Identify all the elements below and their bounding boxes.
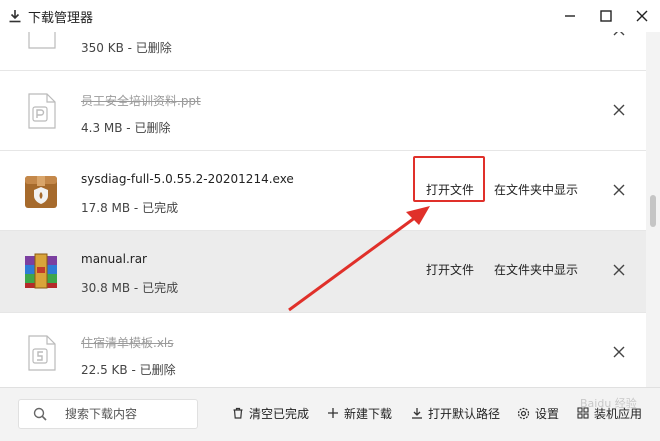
deleted-file-icon <box>28 32 56 49</box>
minimize-icon <box>565 15 575 17</box>
list-item: sysdiag-full-5.0.55.2-20201214.exe 17.8 … <box>0 150 646 231</box>
download-list: 350 KB - 已删除 员工安全培训资料.ppt 4.3 MB - 已删除 s… <box>0 32 646 387</box>
scrollbar[interactable] <box>646 32 660 387</box>
close-icon <box>636 10 648 22</box>
download-icon <box>9 10 21 23</box>
list-item: manual.rar 30.8 MB - 已完成 打开文件 在文件夹中显示 <box>0 230 646 311</box>
search-icon <box>33 407 47 421</box>
show-in-folder-button[interactable]: 在文件夹中显示 <box>494 181 578 198</box>
remove-item-icon[interactable] <box>612 32 626 37</box>
file-name: 员工安全培训资料.ppt <box>81 94 201 108</box>
clear-completed-label: 清空已完成 <box>249 406 310 421</box>
open-default-path-label: 打开默认路径 <box>428 406 501 421</box>
settings-label: 设置 <box>535 406 560 421</box>
window-title: 下载管理器 <box>28 10 94 26</box>
title-bar: 下载管理器 <box>0 0 660 32</box>
apps-icon <box>577 407 589 419</box>
maximize-button[interactable] <box>588 0 624 32</box>
close-window-button[interactable] <box>624 0 660 32</box>
xls-file-icon <box>28 335 56 371</box>
list-item: 350 KB - 已删除 <box>0 32 646 71</box>
trash-icon <box>233 407 243 419</box>
install-apps-label: 装机应用 <box>594 406 643 421</box>
file-name: 住宿清单模板.xls <box>81 336 174 350</box>
file-meta: 350 KB - 已删除 <box>81 41 172 55</box>
ppt-file-icon <box>28 93 56 129</box>
remove-item-icon[interactable] <box>612 183 626 197</box>
install-apps-button[interactable]: 装机应用 <box>577 404 642 422</box>
file-meta: 17.8 MB - 已完成 <box>81 201 179 215</box>
settings-button[interactable]: 设置 <box>517 404 559 422</box>
remove-item-icon[interactable] <box>612 263 626 277</box>
minimize-button[interactable] <box>552 0 588 32</box>
search-input[interactable] <box>63 406 187 422</box>
remove-item-icon[interactable] <box>612 103 626 117</box>
open-file-button[interactable]: 打开文件 <box>426 181 474 198</box>
list-item: 住宿清单模板.xls 22.5 KB - 已删除 <box>0 312 646 387</box>
clear-completed-button[interactable]: 清空已完成 <box>232 404 309 422</box>
file-meta: 22.5 KB - 已删除 <box>81 363 176 377</box>
file-meta: 4.3 MB - 已删除 <box>81 121 171 135</box>
scrollbar-thumb[interactable] <box>650 195 656 227</box>
winrar-archive-icon <box>25 253 57 289</box>
open-default-path-button[interactable]: 打开默认路径 <box>411 404 500 422</box>
search-box[interactable] <box>18 399 198 429</box>
remove-item-icon[interactable] <box>612 345 626 359</box>
installer-package-icon <box>25 176 57 208</box>
new-download-button[interactable]: 新建下载 <box>327 404 392 422</box>
file-meta: 30.8 MB - 已完成 <box>81 281 179 295</box>
open-file-button[interactable]: 打开文件 <box>426 261 474 278</box>
gear-icon <box>517 407 530 419</box>
maximize-icon <box>600 10 612 22</box>
list-item: 员工安全培训资料.ppt 4.3 MB - 已删除 <box>0 70 646 151</box>
plus-icon <box>328 408 338 418</box>
download-icon <box>412 408 422 419</box>
file-name: manual.rar <box>81 252 147 266</box>
new-download-label: 新建下载 <box>344 406 393 421</box>
file-name: sysdiag-full-5.0.55.2-20201214.exe <box>81 172 294 186</box>
show-in-folder-button[interactable]: 在文件夹中显示 <box>494 261 578 278</box>
bottom-toolbar: 清空已完成 新建下载 打开默认路径 设置 装机应用 <box>0 387 660 441</box>
